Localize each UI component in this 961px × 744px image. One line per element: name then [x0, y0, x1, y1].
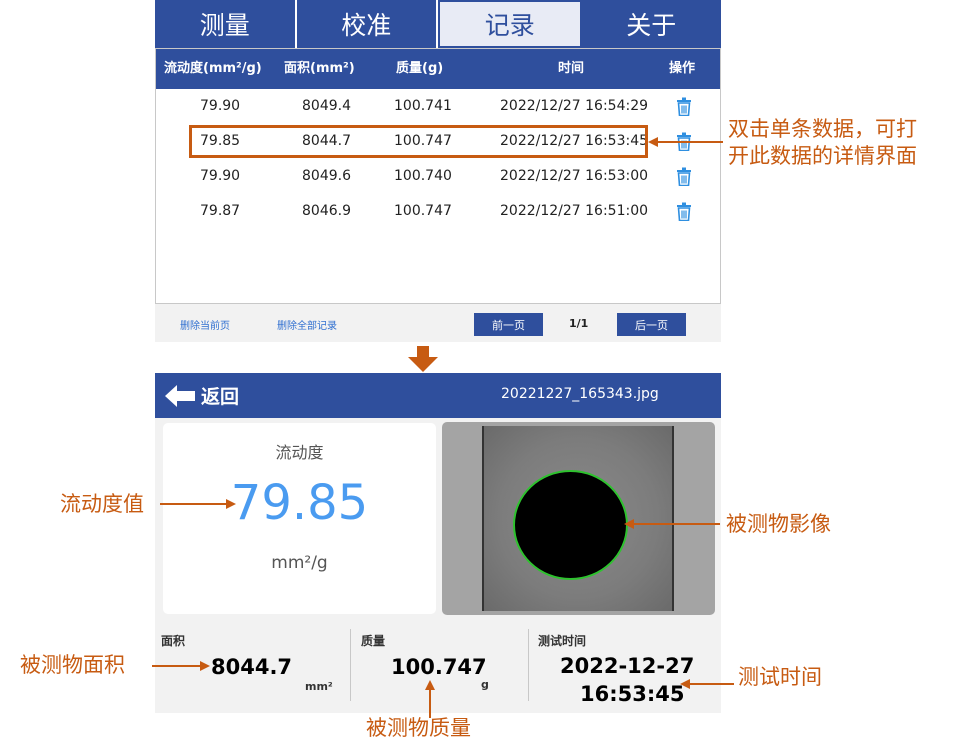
prev-page-button[interactable]: 前一页: [474, 313, 543, 336]
time-clock: 16:53:45: [580, 682, 685, 706]
area-annotation: 被测物面积: [20, 653, 125, 677]
records-table: 流动度(mm²/g) 面积(mm²) 质量(g) 时间 操作 79.90 804…: [155, 48, 721, 304]
flow-unit: mm²/g: [271, 553, 328, 573]
mass-label: 质量: [361, 634, 386, 648]
arrow-right-icon: [160, 499, 236, 509]
selected-row-highlight: [189, 125, 648, 158]
cell-time: 2022/12/27 16:51:00: [500, 203, 649, 219]
table-footer: 删除当前页 删除全部记录 前一页 1/1 后一页: [155, 304, 721, 342]
detail-panel: 返回 20221227_165343.jpg 流动度 79.85 mm²/g 面…: [155, 373, 721, 713]
cell-area: 8049.6: [302, 168, 351, 184]
table-row[interactable]: 79.87 8046.9 100.747 2022/12/27 16:51:00: [156, 194, 720, 229]
cell-mass: 100.740: [394, 168, 452, 184]
image-filename: 20221227_165343.jpg: [501, 386, 659, 402]
tab-bar: 测量 校准 记录 关于: [155, 0, 721, 48]
header-mass: 质量(g): [396, 61, 444, 76]
table-row[interactable]: 79.90 8049.4 100.741 2022/12/27 16:54:29: [156, 89, 720, 124]
tab-records[interactable]: 记录: [438, 0, 582, 48]
delete-page-button[interactable]: 删除当前页: [180, 317, 230, 332]
arrow-left-icon: [680, 679, 734, 689]
back-label: 返回: [201, 386, 240, 408]
trash-icon[interactable]: [676, 202, 692, 221]
time-date: 2022-12-27: [560, 654, 695, 678]
cell-time: 2022/12/27 16:54:29: [500, 98, 649, 114]
image-annotation: 被测物影像: [726, 512, 831, 536]
header-flow: 流动度(mm²/g): [164, 61, 262, 76]
arrow-left-icon: [648, 137, 723, 147]
detail-header: 返回 20221227_165343.jpg: [155, 373, 721, 418]
tab-calibrate[interactable]: 校准: [296, 0, 438, 48]
back-button[interactable]: 返回: [165, 382, 239, 409]
page-indicator: 1/1: [569, 317, 589, 330]
mass-stat: 质量 100.747 g: [361, 628, 526, 708]
stat-divider: [528, 629, 529, 701]
arrow-up-icon: [425, 680, 435, 718]
stat-divider: [350, 629, 351, 701]
delete-all-button[interactable]: 删除全部记录: [277, 317, 337, 332]
time-annotation: 测试时间: [738, 665, 822, 689]
tab-about[interactable]: 关于: [581, 0, 721, 48]
specimen-disk: [513, 470, 628, 580]
table-header: 流动度(mm²/g) 面积(mm²) 质量(g) 时间 操作: [156, 49, 720, 89]
records-panel: 测量 校准 记录 关于 流动度(mm²/g) 面积(mm²) 质量(g) 时间 …: [155, 0, 721, 342]
flow-annotation: 流动度值: [60, 492, 144, 516]
time-label: 测试时间: [538, 634, 587, 648]
header-time: 时间: [558, 61, 585, 76]
back-arrow-icon: [165, 384, 195, 407]
mass-value: 100.747: [391, 655, 487, 679]
flow-card: 流动度 79.85 mm²/g: [163, 423, 436, 614]
trash-icon[interactable]: [676, 167, 692, 186]
arrow-down-icon: [408, 346, 438, 372]
cell-flow: 79.87: [200, 203, 241, 219]
cell-area: 8049.4: [302, 98, 351, 114]
row-hint-annotation-line1: 双击单条数据，可打: [728, 117, 917, 141]
arrow-right-icon: [152, 661, 210, 671]
header-area: 面积(mm²): [284, 61, 355, 76]
arrow-left-icon: [624, 519, 720, 529]
time-stat: 测试时间 2022-12-27 16:53:45: [538, 628, 718, 708]
cell-area: 8046.9: [302, 203, 351, 219]
flow-label: 流动度: [275, 443, 324, 462]
mass-annotation: 被测物质量: [366, 716, 471, 740]
trash-icon[interactable]: [676, 97, 692, 116]
header-actions: 操作: [669, 61, 696, 76]
row-hint-annotation-line2: 开此数据的详情界面: [728, 144, 917, 168]
area-label: 面积: [161, 634, 186, 648]
cell-flow: 79.90: [200, 98, 241, 114]
cell-mass: 100.741: [394, 98, 452, 114]
area-value: 8044.7: [211, 655, 293, 679]
area-unit: mm²: [305, 680, 333, 693]
cell-time: 2022/12/27 16:53:00: [500, 168, 649, 184]
cell-mass: 100.747: [394, 203, 452, 219]
next-page-button[interactable]: 后一页: [617, 313, 686, 336]
tab-measure[interactable]: 测量: [155, 0, 297, 48]
cell-flow: 79.90: [200, 168, 241, 184]
table-row[interactable]: 79.90 8049.6 100.740 2022/12/27 16:53:00: [156, 159, 720, 194]
mass-unit: g: [481, 678, 489, 691]
